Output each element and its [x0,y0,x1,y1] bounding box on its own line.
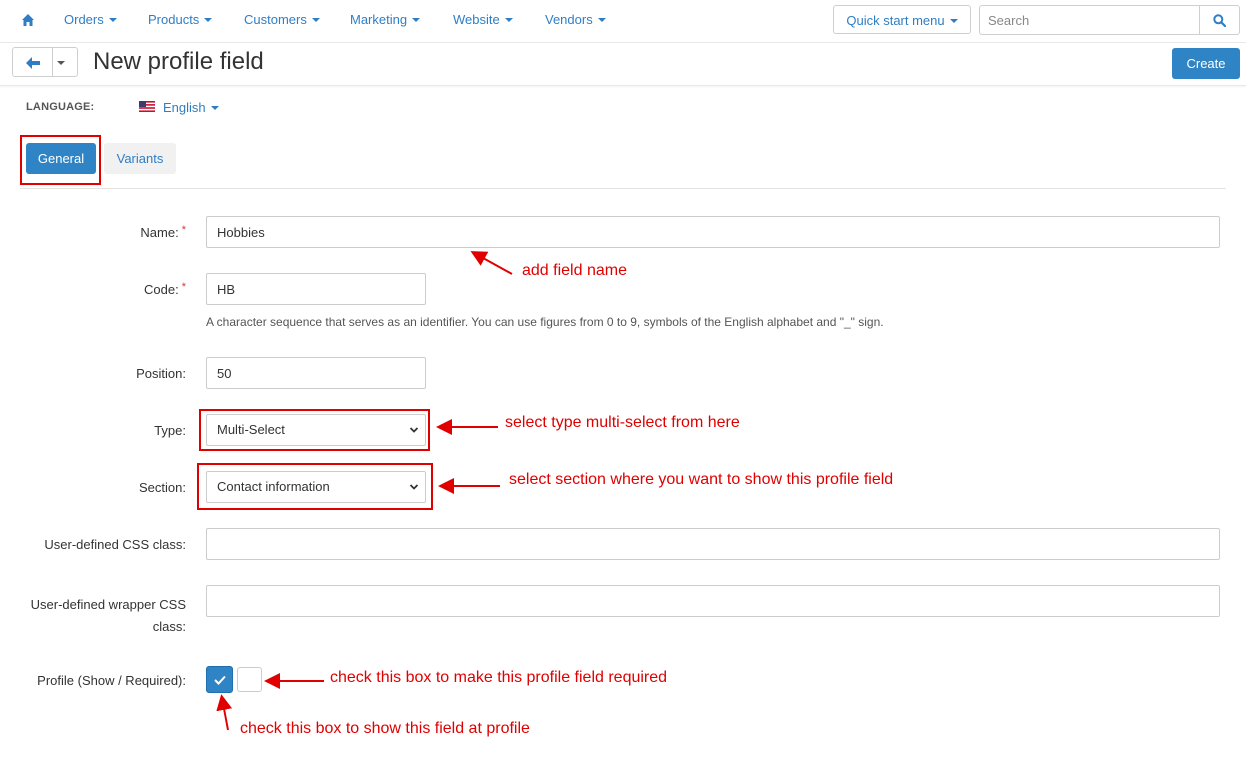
position-input[interactable] [206,357,426,389]
check-icon [214,675,226,685]
nav-customers[interactable]: Customers [244,12,320,27]
nav-website[interactable]: Website [453,12,513,27]
code-help-text: A character sequence that serves as an i… [206,315,884,329]
chevron-down-icon [57,61,65,65]
quick-start-menu-button[interactable]: Quick start menu [833,5,971,34]
nav-orders[interactable]: Orders [64,12,117,27]
css-class-input[interactable] [206,528,1220,560]
language-label: LANGUAGE: [26,101,95,113]
nav-marketing[interactable]: Marketing [350,12,421,27]
tabs-divider [20,188,1226,189]
chevron-down-icon [597,17,606,22]
wrapper-css-label-line1: User-defined wrapper CSS [30,597,186,612]
back-button[interactable] [12,47,53,77]
wrapper-css-label: User-defined wrapper CSS class: [31,594,186,638]
us-flag-icon [139,101,155,112]
section-label: Section: [139,480,186,495]
wrapper-css-label-line2: class: [152,619,186,634]
annotation-required: check this box to make this profile fiel… [330,669,668,686]
nav-vendors[interactable]: Vendors [545,12,606,27]
annotation-section: select section where you want to show th… [509,471,894,488]
highlight-type-select [199,409,430,451]
chevron-down-icon [108,17,117,22]
chevron-down-icon [204,17,213,22]
nav-orders-label: Orders [64,12,104,27]
chevron-down-icon [949,18,958,23]
nav-products[interactable]: Products [148,12,213,27]
language-value: English [163,100,206,115]
arrow-to-show [216,694,233,731]
search-button[interactable] [1199,5,1240,35]
annotation-type: select type multi-select from here [505,414,740,431]
highlight-general-tab [20,135,101,185]
type-label: Type: [154,423,186,438]
css-class-label: User-defined CSS class: [44,537,186,552]
chevron-down-icon [412,17,421,22]
required-marker: * [181,224,186,236]
arrow-left-icon [26,57,40,69]
name-input[interactable] [206,216,1220,248]
create-button[interactable]: Create [1172,48,1240,79]
name-label: Name: * [140,224,186,240]
position-label: Position: [136,366,186,381]
name-label-text: Name: [140,225,179,240]
annotation-show: check this box to show this field at pro… [240,720,530,737]
code-label-text: Code: [144,282,179,297]
chevron-down-icon [210,105,219,110]
language-selector[interactable]: English [163,100,219,115]
home-icon[interactable] [21,13,35,27]
page-title: New profile field [93,48,264,75]
profile-label: Profile (Show / Required): [37,673,186,688]
profile-show-checkbox[interactable] [206,666,233,693]
wrapper-css-input[interactable] [206,585,1220,617]
nav-products-label: Products [148,12,200,27]
code-input[interactable] [206,273,426,305]
back-dropdown-button[interactable] [52,47,78,77]
annotation-name: add field name [522,262,627,279]
arrow-to-name [470,251,513,275]
nav-marketing-label: Marketing [350,12,408,27]
nav-vendors-label: Vendors [545,12,593,27]
code-label: Code: * [144,281,186,297]
search-input[interactable] [979,5,1200,35]
nav-website-label: Website [453,12,500,27]
nav-customers-label: Customers [244,12,307,27]
tab-variants[interactable]: Variants [104,143,176,174]
required-marker: * [181,281,186,293]
highlight-section-select [197,463,433,510]
quick-start-label: Quick start menu [846,13,945,28]
search-icon [1213,14,1226,27]
chevron-down-icon [504,17,513,22]
profile-required-checkbox[interactable] [237,667,262,692]
chevron-down-icon [311,17,320,22]
